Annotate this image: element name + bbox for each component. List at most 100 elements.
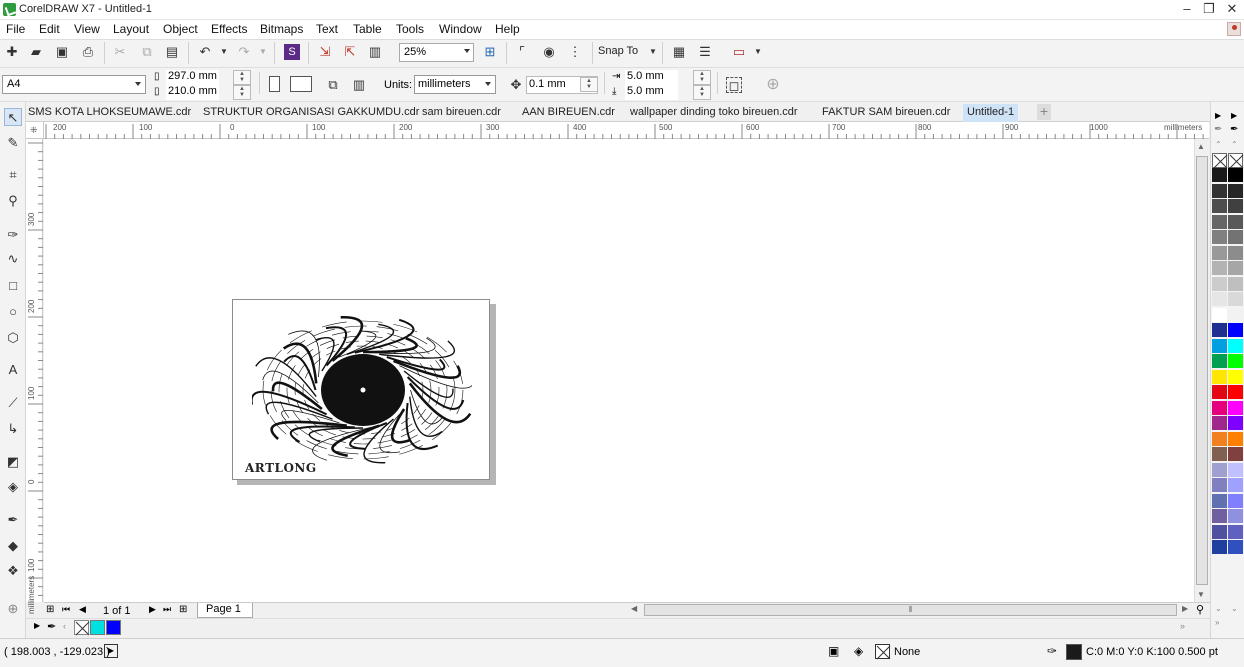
interactive-fill-tool-icon[interactable]: ◆ (4, 537, 22, 555)
palette-swatch[interactable] (1212, 416, 1227, 431)
duplicate-x-field[interactable]: 5.0 mm (625, 70, 678, 85)
polygon-tool-icon[interactable]: ⬡ (4, 329, 22, 347)
document-tab[interactable]: STRUKTUR ORGANISASI GAKKUMDU.cdr (203, 104, 419, 122)
palette-swatch[interactable] (1228, 478, 1243, 493)
document-tab[interactable]: FAKTUR SAM bireuen.cdr (822, 104, 950, 122)
redo-dropdown-icon[interactable]: ▼ (255, 44, 271, 60)
palette-swatch[interactable] (1228, 400, 1243, 416)
no-fill-swatch[interactable] (1212, 153, 1228, 169)
show-grid-icon[interactable]: ◉ (541, 44, 557, 60)
new-tab-icon[interactable]: + (1037, 104, 1051, 120)
palette-swatch[interactable] (1212, 509, 1227, 524)
palette-scroll-up-icon[interactable]: ⌃ (1215, 140, 1222, 149)
document-color-swatch[interactable] (106, 620, 121, 635)
palette-swatch[interactable] (1228, 230, 1243, 245)
palette-swatch[interactable] (1228, 431, 1243, 447)
transparency-tool-icon[interactable]: ◈ (4, 478, 22, 496)
menu-file[interactable]: File (6, 22, 25, 36)
palette-expand-icon[interactable]: ▶ (34, 621, 40, 630)
menu-table[interactable]: Table (353, 22, 382, 36)
duplicate-y-spinner[interactable]: ▲ ▼ (693, 85, 711, 100)
document-tab[interactable]: SMS KOTA LHOKSEUMAWE.cdr (28, 104, 191, 122)
palette-swatch[interactable] (1212, 462, 1227, 478)
palette-swatch[interactable] (1212, 199, 1227, 214)
cut-icon[interactable]: ✂ (112, 44, 128, 60)
palette-scroll-left-icon[interactable]: ‹ (63, 621, 66, 631)
menu-text[interactable]: Text (316, 22, 338, 36)
palette-swatch[interactable] (1212, 323, 1227, 338)
snap-to-button[interactable]: Snap To (598, 45, 638, 57)
palette-scroll-down-icon[interactable]: ⌄ (1215, 604, 1222, 613)
palette-swatch[interactable] (1212, 354, 1227, 369)
palette-swatch[interactable] (1228, 323, 1243, 338)
scroll-up-icon[interactable]: ▲ (1197, 142, 1205, 151)
search-content-icon[interactable]: S (284, 44, 300, 60)
document-color-swatch[interactable] (90, 620, 105, 635)
navigator-zoom-icon[interactable]: ⚲ (1196, 603, 1204, 616)
undo-icon[interactable]: ↶ (197, 44, 213, 60)
brand-text[interactable]: ARTLONG (245, 461, 317, 475)
palette-swatch[interactable] (1212, 431, 1227, 447)
add-tool-icon[interactable]: ⊕ (4, 600, 22, 618)
palette-swatch[interactable] (1228, 307, 1243, 323)
palette-swatch[interactable] (1212, 338, 1227, 354)
palette-swatch[interactable] (1212, 307, 1227, 323)
width-spinner[interactable]: ▲ ▼ (233, 70, 251, 85)
palette-swatch[interactable] (1228, 369, 1243, 385)
units-select[interactable]: millimeters (414, 75, 496, 94)
import-icon[interactable]: ⇲ (317, 44, 333, 60)
fill-none-swatch[interactable] (875, 644, 891, 660)
palette-scroll-up-icon[interactable]: ⌃ (1231, 140, 1238, 149)
horizontal-scroll-thumb[interactable]: ⦀ (644, 604, 1177, 616)
duplicate-x-spinner[interactable]: ▲ ▼ (693, 70, 711, 85)
palette-swatch[interactable] (1228, 261, 1243, 276)
menu-edit[interactable]: Edit (39, 22, 60, 36)
palette-swatch[interactable] (1212, 400, 1227, 416)
menu-bitmaps[interactable]: Bitmaps (260, 22, 303, 36)
palette-menu-icon[interactable]: ▶ (1231, 111, 1237, 120)
smart-fill-tool-icon[interactable]: ❖ (4, 562, 22, 580)
no-color-swatch[interactable] (74, 620, 90, 636)
palette-swatch[interactable] (1228, 245, 1243, 261)
scroll-left-icon[interactable]: ◀ (631, 604, 637, 613)
palette-eyedropper-icon[interactable]: ✒ (1214, 124, 1222, 135)
show-rulers-icon[interactable]: ⌜ (514, 44, 530, 60)
paper-size-select[interactable]: A4 (2, 75, 146, 94)
quick-customize-icon[interactable]: ⊕ (765, 77, 781, 93)
document-tab[interactable]: sam bireuen.cdr (422, 104, 501, 122)
palette-swatch[interactable] (1212, 276, 1227, 292)
palette-swatch[interactable] (1228, 385, 1243, 400)
palette-swatch[interactable] (1228, 354, 1243, 369)
pick-tool-icon[interactable]: ↖ (4, 108, 22, 126)
document-tab[interactable]: wallpaper dinding toko bireuen.cdr (630, 104, 798, 122)
height-spinner[interactable]: ▲ ▼ (233, 85, 251, 100)
palette-swatch[interactable] (1212, 540, 1227, 555)
current-page-icon[interactable]: ▥ (351, 77, 367, 93)
last-page-icon[interactable]: ⏭ (163, 604, 171, 615)
palette-swatch[interactable] (1228, 214, 1243, 230)
redo-icon[interactable]: ↷ (236, 44, 252, 60)
page-width-field[interactable]: 297.0 mm (166, 70, 219, 85)
first-page-icon[interactable]: ⏮ (62, 604, 70, 615)
tribal-ornament-artwork[interactable] (252, 313, 472, 465)
palette-flyout-icon[interactable]: ▶ (1215, 111, 1221, 120)
page-height-field[interactable]: 210.0 mm (166, 85, 219, 100)
palette-swatch[interactable] (1228, 338, 1243, 354)
add-page-before-icon[interactable]: ⊞ (46, 604, 54, 615)
ellipse-tool-icon[interactable]: ○ (4, 303, 22, 321)
palette-color-picker-icon[interactable]: ✒ (1230, 124, 1238, 135)
no-outline-swatch[interactable] (1228, 153, 1244, 169)
drop-shadow-tool-icon[interactable]: ◩ (4, 453, 22, 471)
palette-swatch[interactable] (1212, 261, 1227, 276)
scroll-down-icon[interactable]: ▼ (1197, 590, 1205, 599)
crop-tool-icon[interactable]: ⌗ (4, 166, 22, 184)
landscape-icon[interactable] (290, 76, 312, 92)
all-pages-icon[interactable]: ⧉ (325, 77, 341, 93)
palette-swatch[interactable] (1228, 168, 1243, 183)
document-tab[interactable]: AAN BIREUEN.cdr (522, 104, 615, 122)
export-icon[interactable]: ⇱ (342, 44, 358, 60)
welcome-dropdown-icon[interactable]: ▼ (750, 44, 766, 60)
menu-tools[interactable]: Tools (396, 22, 424, 36)
palette-swatch[interactable] (1228, 276, 1243, 292)
page-tab[interactable]: Page 1 (197, 603, 253, 618)
